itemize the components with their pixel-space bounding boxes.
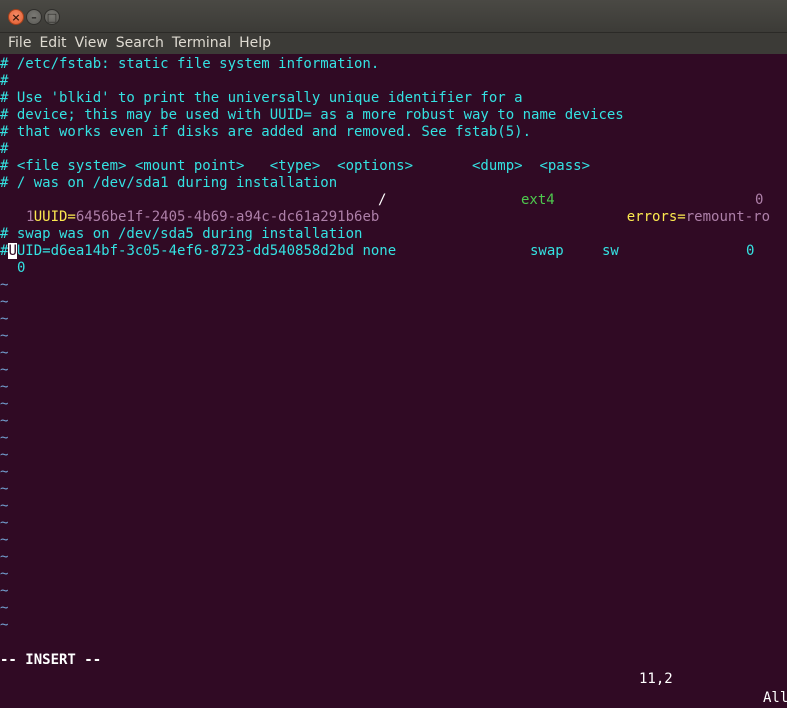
empty-line-marker: ~ [0, 430, 9, 446]
editor-line: # [0, 141, 9, 157]
editor-line: # [0, 73, 9, 89]
empty-line-marker: ~ [0, 362, 9, 378]
editor-line: # /etc/fstab: static file system informa… [0, 56, 380, 72]
empty-line-marker: ~ [0, 532, 9, 548]
uuid-key: UUID= [33, 209, 76, 225]
editor-line: # that works even if disks are added and… [0, 124, 532, 140]
empty-line-marker: ~ [0, 294, 9, 310]
option-equals: = [677, 209, 686, 225]
empty-line-marker: ~ [0, 311, 9, 327]
empty-line-marker: ~ [0, 481, 9, 497]
swap-entry-text: UID=d6ea14bf-3c05-4ef6-8723-dd540858d2bd… [16, 243, 397, 259]
editor-line: # <file system> <mount point> <type> <op… [0, 158, 591, 174]
mount-point: / [378, 192, 387, 208]
menu-edit[interactable]: Edit [35, 34, 70, 53]
menu-file[interactable]: File [4, 34, 35, 53]
fs-type: ext4 [521, 192, 555, 208]
option-value: remount-ro [685, 209, 771, 225]
swap-pass: 0 [17, 260, 26, 276]
cursor-position: 11,2 [639, 671, 673, 687]
scroll-position: All [763, 690, 787, 706]
terminal-area[interactable]: # /etc/fstab: static file system informa… [0, 54, 787, 651]
empty-line-marker: ~ [0, 396, 9, 412]
mount-options: errors=remount-ro [593, 192, 770, 225]
empty-line-marker: ~ [0, 328, 9, 344]
editor-line: # swap was on /dev/sda5 during installat… [0, 226, 363, 242]
uuid-value: 6456be1f-2405-4b69-a94c-dc61a291b6eb [75, 209, 380, 225]
dump-value: 0 [755, 192, 764, 208]
editor-line: # Use 'blkid' to print the universally u… [0, 90, 523, 106]
swap-type: swap [530, 243, 564, 259]
swap-dump: 0 [746, 243, 755, 259]
menu-search[interactable]: Search [112, 34, 168, 53]
menu-bar: File Edit View Search Terminal Help [0, 33, 787, 54]
editor-line: # device; this may be used with UUID= as… [0, 107, 624, 123]
swap-options: sw [602, 243, 619, 259]
empty-line-marker: ~ [0, 498, 9, 514]
empty-line-marker: ~ [0, 379, 9, 395]
mode-indicator: -- INSERT -- [0, 652, 102, 668]
empty-line-marker: ~ [0, 464, 9, 480]
maximize-window-button[interactable]: □ [44, 9, 60, 25]
minimize-window-button[interactable]: – [26, 9, 42, 25]
fstab-entry-root: UUID=6456be1f-2405-4b69-a94c-dc61a291b6e… [0, 192, 380, 225]
empty-line-marker: ~ [0, 277, 9, 293]
pass-value: 1 [26, 209, 35, 225]
menu-terminal[interactable]: Terminal [168, 34, 235, 53]
text-cursor: U [8, 243, 17, 259]
close-window-button[interactable]: × [8, 9, 24, 25]
empty-line-marker: ~ [0, 566, 9, 582]
vim-status-line: -- INSERT -- 11,2 All [0, 632, 787, 706]
fstab-entry-swap: #UUID=d6ea14bf-3c05-4ef6-8723-dd540858d2… [0, 243, 396, 260]
option-key: errors [626, 209, 678, 225]
empty-line-marker: ~ [0, 413, 9, 429]
empty-line-marker: ~ [0, 345, 9, 361]
empty-line-marker: ~ [0, 549, 9, 565]
title-bar: × – □ [0, 0, 787, 33]
menu-help[interactable]: Help [235, 34, 275, 53]
empty-line-marker: ~ [0, 447, 9, 463]
empty-line-marker: ~ [0, 583, 9, 599]
menu-view[interactable]: View [71, 34, 112, 53]
empty-line-marker: ~ [0, 600, 9, 616]
editor-line: # / was on /dev/sda1 during installation [0, 175, 338, 191]
empty-line-marker: ~ [0, 515, 9, 531]
